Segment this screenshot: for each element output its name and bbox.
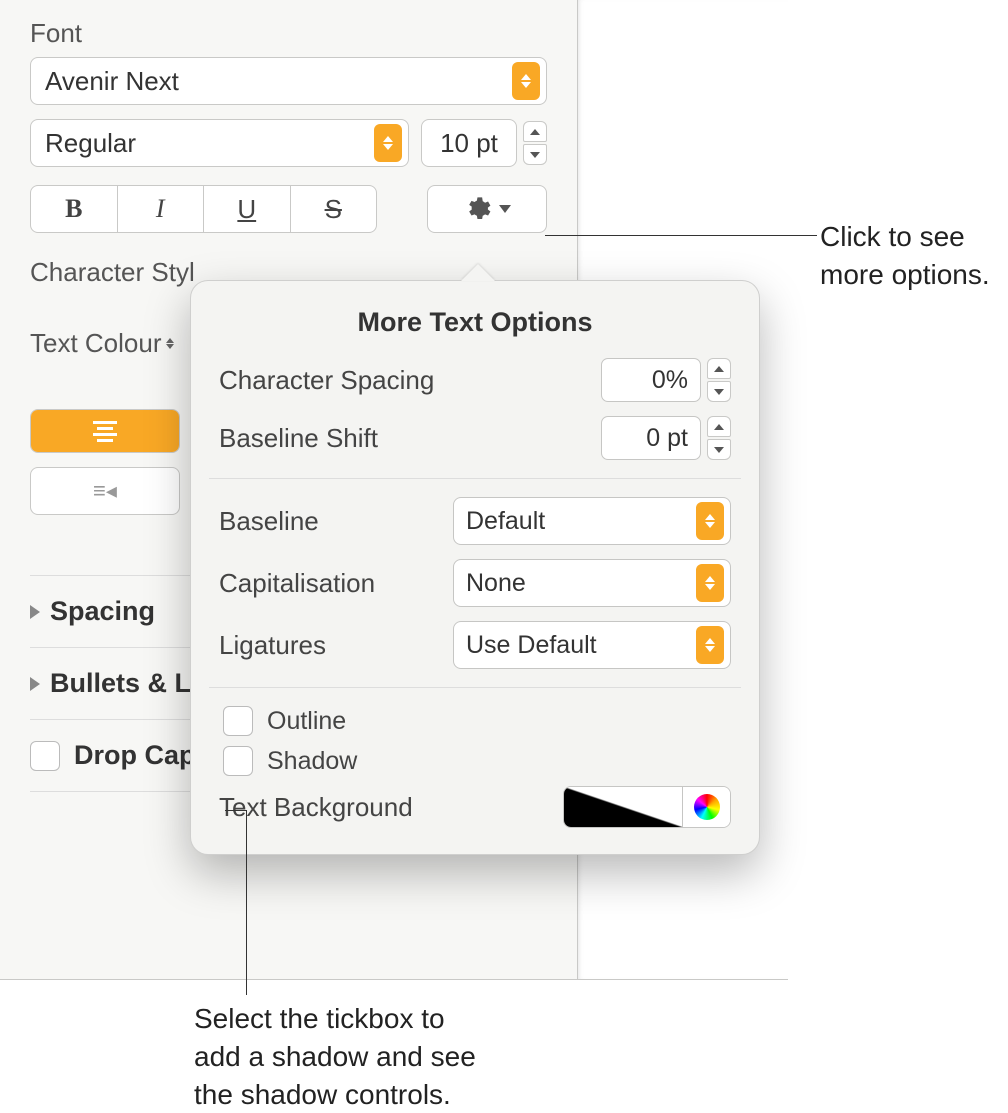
step-down-button[interactable]	[707, 439, 731, 460]
callout-text-line: more options.	[820, 256, 990, 294]
callout-text-line: Select the tickbox to	[194, 1000, 476, 1038]
font-size-stepper[interactable]: 10 pt	[421, 119, 547, 167]
shadow-checkbox[interactable]	[223, 746, 253, 776]
step-up-button[interactable]	[707, 416, 731, 437]
outline-checkbox[interactable]	[223, 706, 253, 736]
chevron-up-down-icon	[696, 626, 724, 664]
step-up-button[interactable]	[707, 358, 731, 379]
more-text-options-button[interactable]	[427, 185, 547, 233]
char-spacing-stepper-buttons[interactable]	[707, 358, 731, 402]
char-spacing-value[interactable]: 0%	[601, 358, 701, 402]
font-family-value: Avenir Next	[45, 66, 512, 97]
step-up-button[interactable]	[523, 121, 547, 142]
char-spacing-label: Character Spacing	[219, 365, 601, 396]
chevron-down-icon	[499, 205, 511, 213]
outline-label: Outline	[267, 707, 346, 736]
gear-icon	[463, 195, 491, 223]
strikethrough-button[interactable]: S	[291, 186, 377, 232]
callout-connector-line	[246, 810, 247, 995]
italic-button[interactable]: I	[118, 186, 205, 232]
drop-cap-label: Drop Cap	[74, 740, 196, 771]
callout-shadow-tickbox: Select the tickbox to add a shadow and s…	[194, 1000, 476, 1113]
baseline-shift-label: Baseline Shift	[219, 423, 601, 454]
capitalisation-dropdown[interactable]: None	[453, 559, 731, 607]
chevron-up-down-icon	[696, 502, 724, 540]
align-left-icon	[93, 421, 117, 442]
more-text-options-popover: More Text Options Character Spacing 0% B…	[190, 280, 760, 855]
indent-segmented: ≡◂	[30, 467, 180, 515]
char-spacing-stepper[interactable]: 0%	[601, 358, 731, 402]
font-section-label: Font	[30, 18, 547, 49]
baseline-dropdown[interactable]: Default	[453, 497, 731, 545]
bullets-lists-label: Bullets & Li	[50, 668, 199, 699]
capitalisation-value: None	[466, 569, 696, 598]
spacing-label: Spacing	[50, 596, 155, 627]
text-colour-label: Text Colour	[30, 328, 162, 359]
text-background-label: Text Background	[219, 792, 563, 823]
disclosure-triangle-icon	[30, 605, 40, 619]
text-background-color-control[interactable]	[563, 786, 731, 828]
align-left-button[interactable]	[31, 410, 179, 452]
color-picker-button[interactable]	[682, 787, 730, 827]
ligatures-label: Ligatures	[219, 630, 453, 661]
baseline-value: Default	[466, 507, 696, 536]
chevron-up-down-icon	[374, 124, 402, 162]
color-wheel-icon	[694, 794, 720, 820]
step-down-button[interactable]	[707, 381, 731, 402]
underline-button[interactable]: U	[204, 186, 291, 232]
callout-text-line: add a shadow and see	[194, 1038, 476, 1076]
alignment-segmented	[30, 409, 180, 453]
baseline-label: Baseline	[219, 506, 453, 537]
step-down-button[interactable]	[523, 144, 547, 165]
font-size-stepper-buttons[interactable]	[523, 121, 547, 165]
decrease-indent-button[interactable]: ≡◂	[31, 468, 179, 514]
font-size-value[interactable]: 10 pt	[421, 119, 517, 167]
callout-connector-line	[225, 810, 247, 811]
font-face-dropdown[interactable]: Regular	[30, 119, 409, 167]
drop-cap-checkbox[interactable]	[30, 741, 60, 771]
text-style-segmented: B I U S	[30, 185, 377, 233]
chevron-up-down-icon	[512, 62, 540, 100]
callout-connector-line	[545, 235, 817, 236]
font-family-dropdown[interactable]: Avenir Next	[30, 57, 547, 105]
color-well[interactable]	[564, 787, 682, 827]
callout-text-line: the shadow controls.	[194, 1076, 476, 1113]
decrease-indent-icon: ≡◂	[93, 478, 117, 504]
disclosure-triangle-icon	[30, 677, 40, 691]
font-face-value: Regular	[45, 128, 374, 159]
ligatures-value: Use Default	[466, 631, 696, 660]
baseline-shift-stepper[interactable]: 0 pt	[601, 416, 731, 460]
chevron-up-down-icon	[166, 338, 174, 349]
popover-title: More Text Options	[219, 307, 731, 338]
baseline-shift-value[interactable]: 0 pt	[601, 416, 701, 460]
callout-text-line: Click to see	[820, 218, 990, 256]
baseline-shift-stepper-buttons[interactable]	[707, 416, 731, 460]
bold-button[interactable]: B	[31, 186, 118, 232]
callout-more-options: Click to see more options.	[820, 218, 990, 294]
chevron-up-down-icon	[696, 564, 724, 602]
shadow-label: Shadow	[267, 747, 357, 776]
ligatures-dropdown[interactable]: Use Default	[453, 621, 731, 669]
capitalisation-label: Capitalisation	[219, 568, 453, 599]
